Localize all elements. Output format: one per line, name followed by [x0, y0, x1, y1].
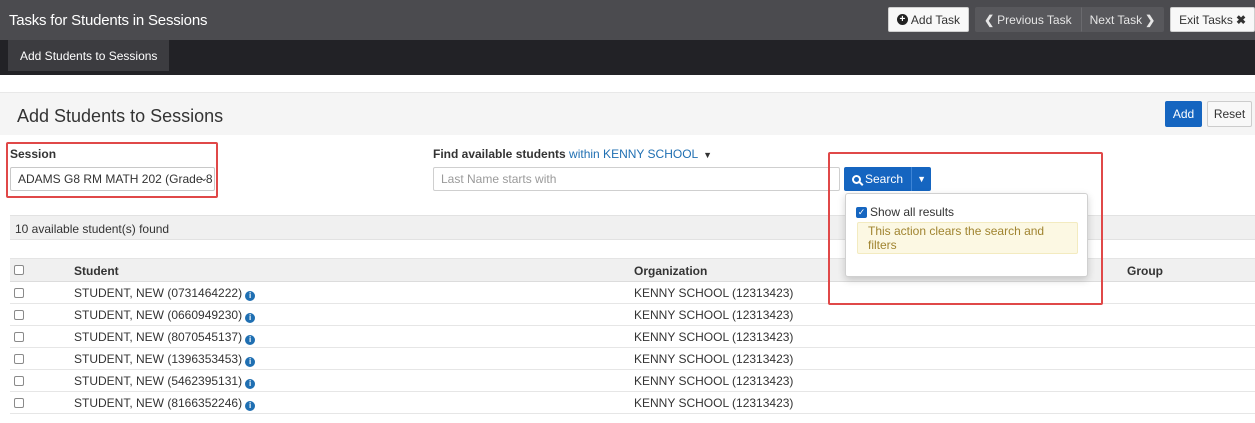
- app-title: Tasks for Students in Sessions: [9, 12, 208, 29]
- search-button-label: Search: [865, 172, 904, 186]
- select-all-checkbox[interactable]: [14, 265, 24, 275]
- row-checkbox[interactable]: [14, 398, 24, 408]
- page-title: Add Students to Sessions: [17, 106, 224, 126]
- organization-cell: KENNY SCHOOL (12313423): [634, 374, 794, 388]
- last-name-input[interactable]: Last Name starts with: [433, 167, 840, 191]
- organization-cell: KENNY SCHOOL (12313423): [634, 352, 794, 366]
- row-checkbox[interactable]: [14, 332, 24, 342]
- table-row[interactable]: STUDENT, NEW (8070545137) i KENNY SCHOOL …: [10, 327, 1255, 348]
- search-icon: [852, 174, 861, 184]
- next-task-button[interactable]: Next Task ❯: [1080, 7, 1165, 32]
- add-task-label: Add Task: [910, 12, 961, 27]
- student-cell: STUDENT, NEW (1396353453) i: [74, 352, 256, 367]
- row-checkbox[interactable]: [14, 288, 24, 298]
- results-count: 10 available student(s) found: [15, 222, 170, 236]
- student-name: STUDENT, NEW (8070545137): [74, 330, 243, 344]
- exit-tasks-label: Exit Tasks: [1179, 12, 1233, 27]
- reset-button[interactable]: Reset: [1207, 101, 1252, 127]
- table-row[interactable]: STUDENT, NEW (0731464222) i KENNY SCHOOL …: [10, 283, 1255, 304]
- student-name: STUDENT, NEW (5462395131): [74, 374, 243, 388]
- info-icon[interactable]: i: [245, 291, 256, 301]
- plus-circle-icon: +: [896, 14, 908, 25]
- tab-add-students-to-sessions[interactable]: Add Students to Sessions: [8, 40, 170, 71]
- next-task-label: Next Task: [1089, 12, 1143, 27]
- row-checkbox[interactable]: [14, 354, 24, 364]
- chevron-left-icon: ❮: [984, 12, 995, 27]
- column-header-student: Student: [74, 264, 119, 278]
- student-name: STUDENT, NEW (1396353453): [74, 352, 243, 366]
- student-name: STUDENT, NEW (0731464222): [74, 286, 243, 300]
- show-all-results-option[interactable]: ✓ Show all results: [856, 205, 954, 219]
- info-icon[interactable]: i: [245, 379, 256, 389]
- add-task-button[interactable]: + Add Task: [887, 7, 970, 32]
- organization-cell: KENNY SCHOOL (12313423): [634, 308, 794, 322]
- find-students-label: Find available students within KENNY SCH…: [433, 147, 712, 161]
- info-icon[interactable]: i: [245, 313, 256, 323]
- caret-down-icon: ▼: [917, 174, 926, 184]
- info-icon[interactable]: i: [245, 401, 256, 411]
- student-name: STUDENT, NEW (8166352246): [74, 396, 243, 410]
- task-toolbar: + Add Task ❮ Previous Task Next Task ❯ E…: [882, 7, 1255, 32]
- column-header-organization: Organization: [634, 264, 708, 278]
- task-nav-group: ❮ Previous Task Next Task ❯: [975, 7, 1165, 32]
- search-options-toggle[interactable]: ▼: [911, 167, 932, 191]
- student-cell: STUDENT, NEW (0731464222) i: [74, 286, 256, 301]
- info-icon[interactable]: i: [245, 357, 256, 367]
- student-name: STUDENT, NEW (0660949230): [74, 308, 243, 322]
- school-scope-link[interactable]: within KENNY SCHOOL: [569, 147, 698, 161]
- caret-down-icon[interactable]: ▼: [703, 150, 712, 160]
- row-checkbox[interactable]: [14, 310, 24, 320]
- sub-navigation: Add Students to Sessions: [0, 40, 1255, 75]
- close-icon: ✖: [1235, 12, 1246, 27]
- table-row[interactable]: STUDENT, NEW (5462395131) i KENNY SCHOOL …: [10, 371, 1255, 392]
- row-checkbox[interactable]: [14, 376, 24, 386]
- organization-cell: KENNY SCHOOL (12313423): [634, 330, 794, 344]
- table-row[interactable]: STUDENT, NEW (0660949230) i KENNY SCHOOL …: [10, 305, 1255, 326]
- add-button[interactable]: Add: [1165, 101, 1202, 127]
- info-icon[interactable]: i: [245, 335, 256, 345]
- previous-task-label: Previous Task: [997, 12, 1072, 27]
- search-options-dropdown: ✓ Show all results This action clears th…: [845, 193, 1088, 277]
- page-header: Add Students to Sessions Add Reset: [0, 92, 1255, 135]
- previous-task-button[interactable]: ❮ Previous Task: [975, 7, 1081, 32]
- table-row[interactable]: STUDENT, NEW (1396353453) i KENNY SCHOOL …: [10, 349, 1255, 370]
- chevron-right-icon: ❯: [1145, 12, 1156, 27]
- find-students-text: Find available students: [433, 147, 566, 161]
- show-all-results-label: Show all results: [870, 205, 955, 219]
- search-button-group: Search ▼: [844, 167, 932, 191]
- organization-cell: KENNY SCHOOL (12313423): [634, 286, 794, 300]
- student-cell: STUDENT, NEW (8166352246) i: [74, 396, 256, 411]
- student-cell: STUDENT, NEW (5462395131) i: [74, 374, 256, 389]
- column-header-group: Group: [1127, 264, 1163, 278]
- table-row[interactable]: STUDENT, NEW (8166352246) i KENNY SCHOOL …: [10, 393, 1255, 414]
- organization-cell: KENNY SCHOOL (12313423): [634, 396, 794, 410]
- student-cell: STUDENT, NEW (0660949230) i: [74, 308, 256, 323]
- exit-tasks-button[interactable]: Exit Tasks ✖: [1170, 7, 1255, 32]
- clear-search-warning: This action clears the search and filter…: [857, 222, 1078, 254]
- student-cell: STUDENT, NEW (8070545137) i: [74, 330, 256, 345]
- highlight-box-session: [6, 142, 218, 198]
- search-button[interactable]: Search: [844, 167, 912, 191]
- checkbox-checked-icon[interactable]: ✓: [856, 206, 867, 218]
- top-bar: Tasks for Students in Sessions + Add Tas…: [0, 0, 1255, 40]
